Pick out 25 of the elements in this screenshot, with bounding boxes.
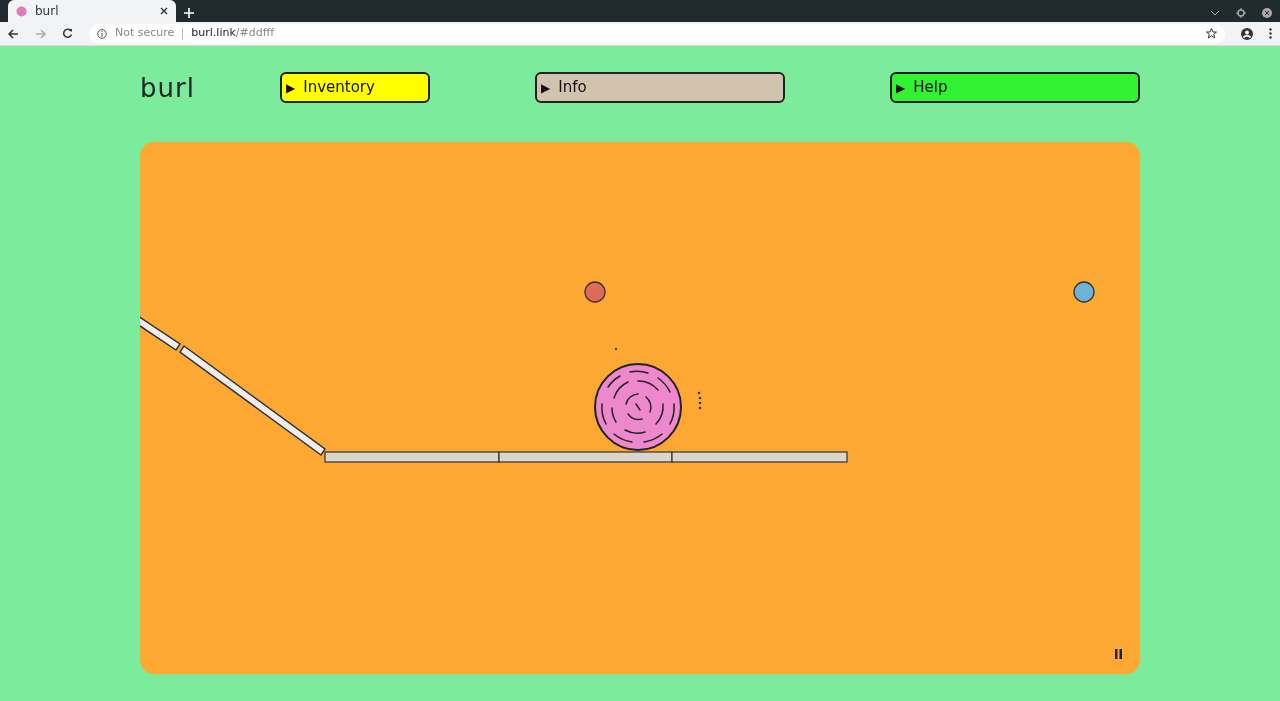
security-label: Not secure [115, 25, 175, 42]
url-text: burl.link/#ddfff [191, 25, 275, 42]
star-icon[interactable] [1206, 28, 1217, 39]
pause-icon[interactable] [1115, 649, 1122, 659]
ball [1073, 281, 1095, 303]
tab-title: burl [35, 3, 59, 20]
new-tab-icon[interactable] [184, 8, 194, 18]
info-icon [97, 28, 107, 39]
menu-button[interactable]: ▶ Help [890, 72, 1140, 103]
particle-dot [614, 347, 618, 351]
close-icon[interactable] [1262, 8, 1272, 18]
account-icon[interactable] [1241, 27, 1253, 40]
close-icon[interactable] [160, 7, 168, 15]
menu-button[interactable]: ▶ Info [535, 72, 785, 103]
browser-tab[interactable]: burl [8, 0, 176, 22]
ball [584, 281, 606, 303]
particle-trail [697, 391, 702, 410]
back-icon[interactable] [8, 28, 19, 39]
logo-text: burl [140, 74, 196, 101]
reload-icon[interactable] [62, 28, 73, 39]
menu-button[interactable]: ▶ Inventory [280, 72, 430, 103]
address-field[interactable]: Not secure burl.link/#ddfff [89, 23, 1225, 44]
favicon-icon [16, 5, 27, 17]
menu-icon[interactable] [1269, 28, 1272, 39]
chevron-down-icon[interactable] [1210, 10, 1220, 16]
